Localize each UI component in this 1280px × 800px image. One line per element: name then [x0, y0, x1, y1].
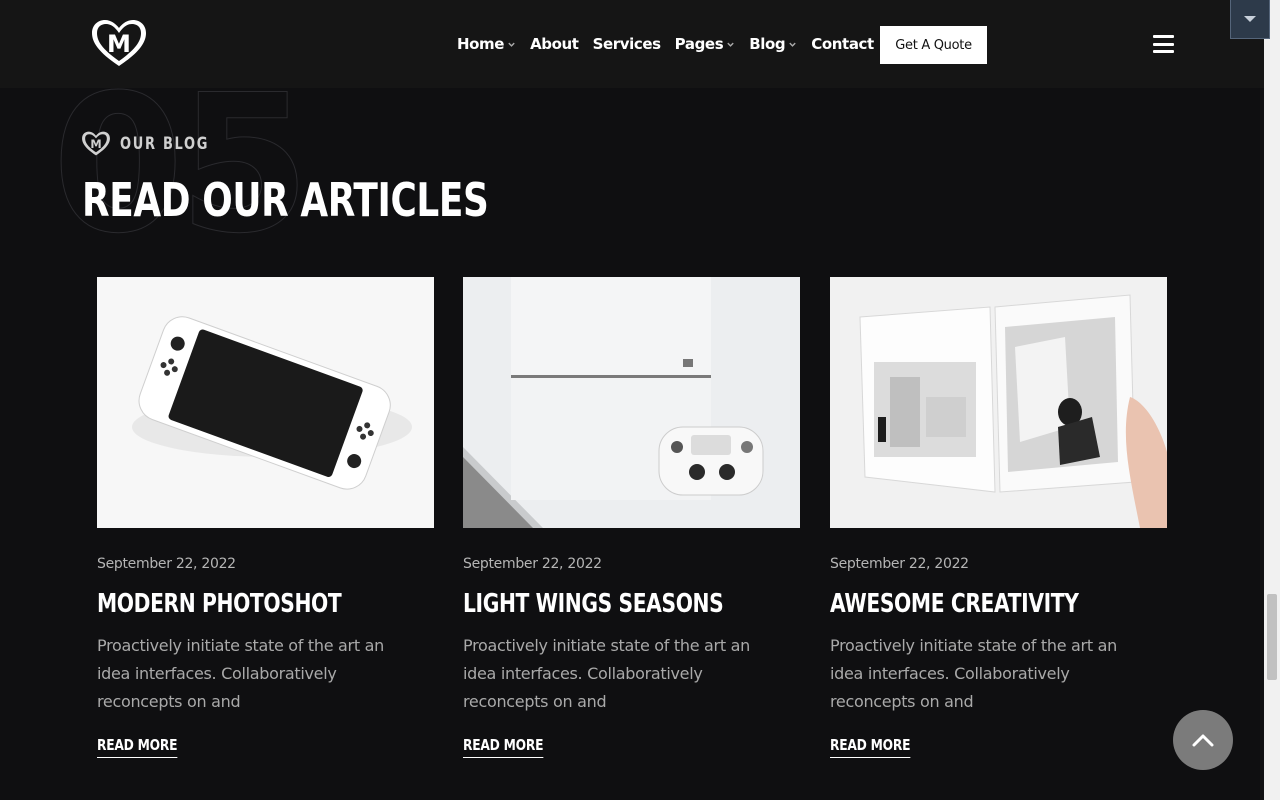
- post-date: September 22, 2022: [463, 556, 602, 572]
- main-nav: Home About Services Pages Blog Contact: [457, 0, 874, 88]
- post-excerpt: Proactively initiate state of the art an…: [97, 636, 384, 711]
- nav-home-label: Home: [457, 35, 505, 53]
- nav-home[interactable]: Home: [457, 35, 516, 53]
- dropdown-toggle-tab[interactable]: [1230, 0, 1270, 39]
- get-a-quote-button[interactable]: Get A Quote: [880, 26, 987, 64]
- blog-card: September 22, 2022 MODERN PHOTOSHOT Proa…: [97, 277, 434, 758]
- read-more-link[interactable]: READ MORE: [830, 736, 910, 758]
- post-date: September 22, 2022: [97, 556, 236, 572]
- back-to-top-button[interactable]: [1173, 710, 1233, 770]
- section-title: READ OUR ARTICLES: [82, 173, 489, 227]
- caret-down-icon: [1244, 16, 1256, 22]
- menu-hamburger-icon[interactable]: [1153, 35, 1174, 53]
- post-title[interactable]: AWESOME CREATIVITY: [830, 588, 1093, 620]
- console-and-controller-photo[interactable]: [463, 277, 800, 528]
- svg-text:M: M: [90, 137, 101, 151]
- nav-pages-label: Pages: [674, 35, 724, 53]
- handheld-console-photo[interactable]: [97, 277, 434, 528]
- chevron-down-icon: [727, 42, 734, 47]
- read-more-link[interactable]: READ MORE: [97, 736, 177, 758]
- section-number-watermark: 05: [51, 54, 310, 275]
- post-excerpt: Proactively initiate state of the art an…: [830, 636, 1117, 711]
- section-eyebrow: M OUR BLOG: [80, 130, 225, 158]
- logo-heart-icon: M: [82, 131, 110, 156]
- blog-card: September 22, 2022 LIGHT WINGS SEASONS P…: [463, 277, 800, 758]
- chevron-down-icon: [508, 42, 515, 47]
- blog-card: September 22, 2022 AWESOME CREATIVITY Pr…: [830, 277, 1167, 758]
- open-magazine-photo[interactable]: [830, 277, 1167, 528]
- post-title[interactable]: MODERN PHOTOSHOT: [97, 588, 360, 620]
- chevron-down-icon: [789, 42, 796, 47]
- nav-about-label: About: [530, 35, 579, 53]
- post-date: September 22, 2022: [830, 556, 969, 572]
- page-scrollbar[interactable]: [1264, 0, 1280, 800]
- read-more-link[interactable]: READ MORE: [463, 736, 543, 758]
- nav-pages[interactable]: Pages: [675, 35, 736, 53]
- scrollbar-thumb[interactable]: [1267, 594, 1277, 680]
- nav-blog[interactable]: Blog: [749, 35, 797, 53]
- nav-blog-label: Blog: [749, 35, 786, 53]
- nav-services[interactable]: Services: [593, 35, 661, 53]
- nav-about[interactable]: About: [530, 35, 579, 53]
- nav-services-label: Services: [592, 35, 661, 53]
- chevron-up-icon: [1192, 734, 1214, 747]
- nav-contact[interactable]: Contact: [811, 35, 874, 53]
- section-eyebrow-label: OUR BLOG: [120, 134, 210, 154]
- post-excerpt: Proactively initiate state of the art an…: [463, 636, 750, 711]
- post-title[interactable]: LIGHT WINGS SEASONS: [463, 588, 726, 620]
- nav-contact-label: Contact: [811, 35, 874, 53]
